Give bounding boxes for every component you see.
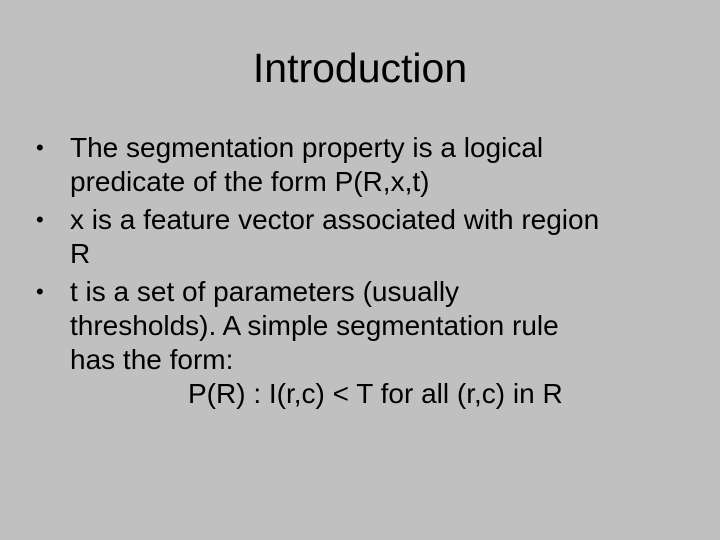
bullet-item: • The segmentation property is a logical… — [36, 131, 696, 199]
bullet-text-line: R — [70, 238, 91, 269]
bullet-item: • t is a set of parameters (usually thre… — [36, 275, 696, 411]
bullet-item: • x is a feature vector associated with … — [36, 203, 696, 271]
bullet-icon: • — [36, 207, 44, 232]
bullet-icon: • — [36, 135, 44, 160]
bullet-text-line: thresholds). A simple segmentation rule — [70, 310, 559, 341]
bullet-icon: • — [36, 279, 44, 304]
bullet-list: • The segmentation property is a logical… — [36, 131, 696, 415]
bullet-text-line: The segmentation property is a logical — [70, 132, 544, 163]
bullet-text-line: t is a set of parameters (usually — [70, 276, 460, 307]
segmentation-rule-formula: P(R) : I(r,c) < T for all (r,c) in R — [188, 378, 563, 409]
slide-title: Introduction — [252, 45, 468, 91]
bullet-text-line: has the form: — [70, 344, 234, 375]
bullet-text-line: x is a feature vector associated with re… — [70, 204, 600, 235]
bullet-text-line: predicate of the form P(R,x,t) — [70, 166, 430, 197]
